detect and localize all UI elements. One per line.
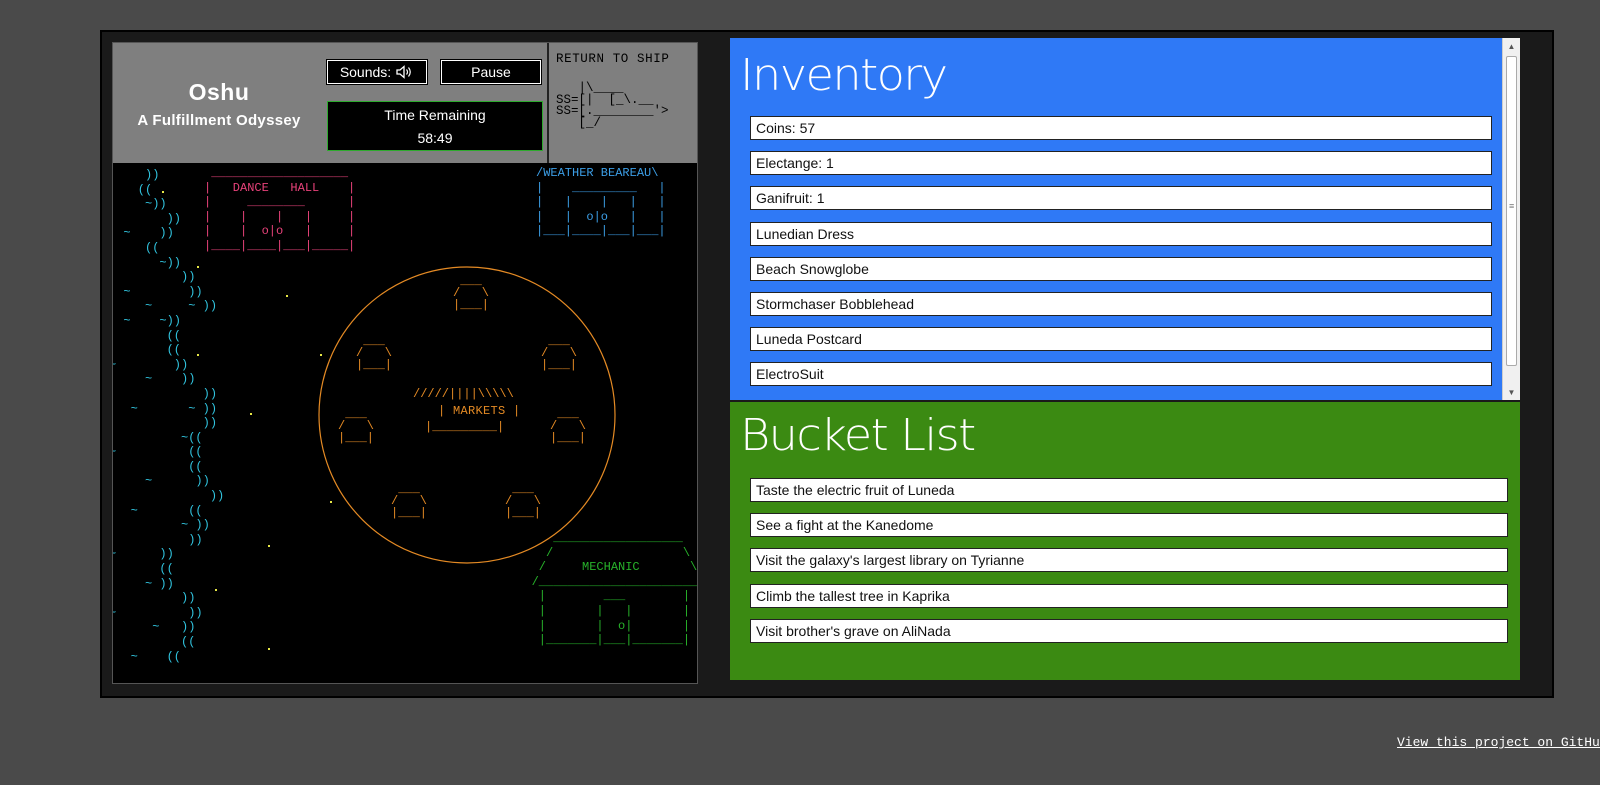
dance-hall-building[interactable]: ___________________ | DANCE HALL | | ___…	[204, 166, 355, 254]
star	[268, 545, 270, 547]
markets-awning: /////||||\\\\\	[413, 387, 514, 401]
bucket-list-item[interactable]: See a fight at the Kanedome	[750, 513, 1508, 538]
pause-button[interactable]: Pause	[441, 60, 541, 84]
game-screen: Oshu A Fulfillment Odyssey Sounds: Pause…	[112, 42, 698, 684]
star	[286, 295, 288, 297]
star	[162, 191, 164, 193]
star	[330, 501, 332, 503]
bucket-list-heading: Bucket List	[740, 410, 976, 461]
github-link[interactable]: View this project on GitHub	[1397, 735, 1600, 750]
scroll-down-arrow-icon[interactable]: ▼	[1503, 384, 1520, 400]
market-stall[interactable]: ___ / \ |___|	[391, 483, 427, 519]
ship-ascii-art: |\____ SS=[| [_\.__ SS=[.________'> [_/	[556, 81, 669, 130]
star	[268, 648, 270, 650]
grip-icon: ≡	[1509, 201, 1515, 211]
hud-bar: Oshu A Fulfillment Odyssey Sounds: Pause…	[113, 43, 697, 163]
star	[250, 413, 252, 415]
market-stall[interactable]: ___ / \ |___|	[453, 275, 489, 311]
game-title: Oshu	[188, 79, 250, 105]
market-stall[interactable]: ___ / \ |___|	[505, 483, 541, 519]
inventory-item[interactable]: Ganifruit: 1	[750, 186, 1492, 211]
inventory-item[interactable]: Electange: 1	[750, 151, 1492, 176]
bucket-list-item[interactable]: Taste the electric fruit of Luneda	[750, 478, 1508, 502]
game-world[interactable]: )) (( ~)) )) ~ )) (( ~)) )) ~ )) ~ ~ )) …	[113, 163, 697, 683]
sounds-toggle-button[interactable]: Sounds:	[327, 60, 427, 84]
bucket-list-item[interactable]: Visit brother's grave on AliNada	[750, 618, 1508, 643]
star	[215, 589, 217, 591]
star	[197, 266, 199, 268]
market-stall[interactable]: ___ / \ |___|	[356, 335, 392, 371]
inventory-item[interactable]: Stormchaser Bobblehead	[750, 292, 1492, 316]
bucket-list-panel: Bucket List Taste the electric fruit of …	[730, 402, 1520, 680]
game-subtitle: A Fulfillment Odyssey	[137, 112, 301, 129]
bucket-list-item[interactable]: Visit the galaxy's largest library on Ty…	[750, 548, 1508, 573]
inventory-item[interactable]: ElectroSuit	[750, 362, 1492, 387]
title-block: Oshu A Fulfillment Odyssey	[113, 43, 325, 163]
scroll-thumb[interactable]: ≡	[1506, 56, 1517, 366]
sounds-label: Sounds:	[339, 64, 392, 80]
timer-value: 58:49	[417, 130, 453, 146]
weather-bureau-building[interactable]: /WEATHER BEAREAU\ | _________ | | | | | …	[536, 166, 666, 239]
time-remaining-panel: Time Remaining 58:49	[327, 101, 543, 151]
inventory-item[interactable]: Beach Snowglobe	[750, 256, 1492, 281]
mechanic-building[interactable]: __________________ / \ / MECHANIC \ /___…	[510, 531, 697, 648]
inventory-heading: Inventory	[740, 50, 948, 101]
market-stall[interactable]: ___ / \ |___|	[550, 408, 586, 444]
inventory-panel[interactable]: Inventory Coins: 57 Electange: 1 Ganifruit…	[730, 38, 1520, 400]
star	[197, 354, 199, 356]
market-stall[interactable]: ___ / \ |___|	[338, 408, 374, 444]
inventory-item[interactable]: Luneda Postcard	[750, 327, 1492, 352]
bucket-list-item[interactable]: Climb the tallest tree in Kaprika	[750, 583, 1508, 608]
inventory-item[interactable]: Lunedian Dress	[750, 221, 1492, 246]
inventory-scrollbar[interactable]: ▲ ≡ ▼	[1502, 38, 1520, 400]
timer-label: Time Remaining	[384, 107, 486, 123]
markets-label: | MARKETS |	[438, 404, 521, 418]
markets-base: |_________|	[425, 420, 505, 434]
star	[320, 354, 322, 356]
return-to-ship-label: RETURN TO SHIP	[556, 52, 670, 66]
game-frame: Oshu A Fulfillment Odyssey Sounds: Pause…	[100, 30, 1554, 698]
speaker-icon	[396, 65, 412, 79]
scroll-up-arrow-icon[interactable]: ▲	[1503, 38, 1520, 54]
inventory-item[interactable]: Coins: 57	[750, 116, 1492, 140]
market-stall[interactable]: ___ / \ |___|	[541, 335, 577, 371]
return-to-ship-button[interactable]: RETURN TO SHIP |\____ SS=[| [_\.__ SS=[.…	[547, 43, 697, 163]
